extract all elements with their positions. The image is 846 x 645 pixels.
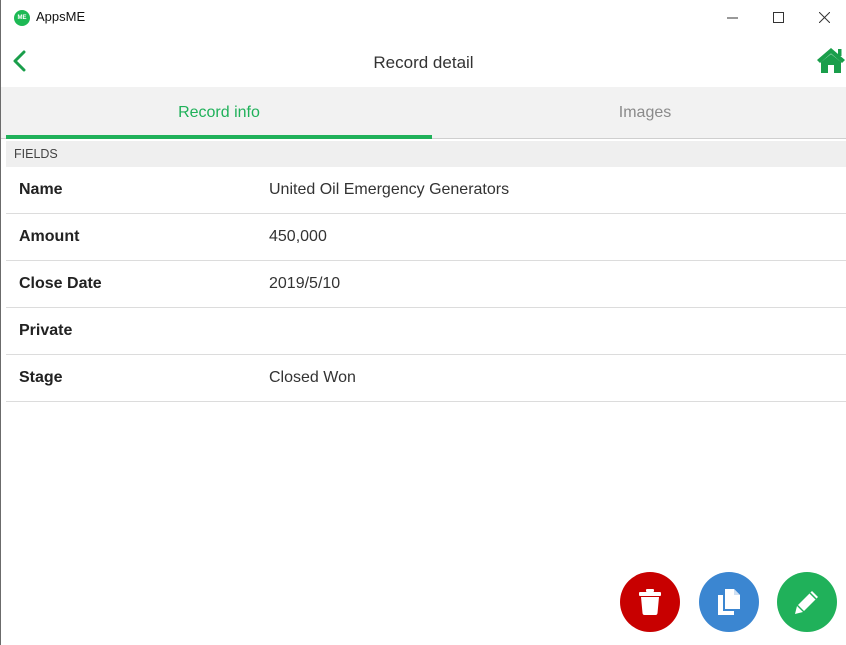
field-value: Closed Won [269,369,356,386]
trash-icon [639,589,661,615]
field-row-close-date: Close Date 2019/5/10 [6,261,846,308]
field-label: Close Date [19,275,102,292]
field-label: Stage [19,369,63,386]
field-label: Amount [19,228,80,245]
tab-bar: Record info Images [1,87,846,139]
maximize-icon [772,11,784,23]
field-row-private: Private [6,308,846,355]
window-title: AppsME [36,9,86,24]
field-value: United Oil Emergency Generators [269,181,510,198]
field-row-amount: Amount 450,000 [6,214,846,261]
field-row-name: Name United Oil Emergency Generators [6,167,846,214]
title-bar: ME AppsME [1,0,846,34]
minimize-icon [726,17,738,18]
close-button[interactable] [801,0,846,34]
tab-images[interactable]: Images [432,87,846,139]
minimize-button[interactable] [709,0,755,34]
edit-button[interactable] [777,572,837,632]
field-value: 2019/5/10 [269,275,341,292]
navigation-bar: Record detail [1,34,846,86]
pencil-icon [795,591,818,614]
app-logo: ME [14,10,30,26]
copy-button[interactable] [699,572,759,632]
copy-icon [718,589,740,615]
home-icon [817,48,845,73]
field-row-stage: Stage Closed Won [6,355,846,402]
page-title: Record detail [373,53,474,72]
field-label: Private [19,322,73,339]
app-window: ME AppsME Record detail Record info Imag… [0,0,846,645]
delete-button[interactable] [620,572,680,632]
section-header: FIELDS [6,141,846,167]
field-label: Name [19,181,63,198]
tab-record-info[interactable]: Record info [6,87,432,139]
close-icon [818,11,830,23]
field-value: 450,000 [269,228,327,245]
maximize-button[interactable] [755,0,801,34]
active-tab-indicator [6,135,432,139]
home-button[interactable] [816,47,846,75]
fields-list: Name United Oil Emergency Generators Amo… [6,167,846,402]
